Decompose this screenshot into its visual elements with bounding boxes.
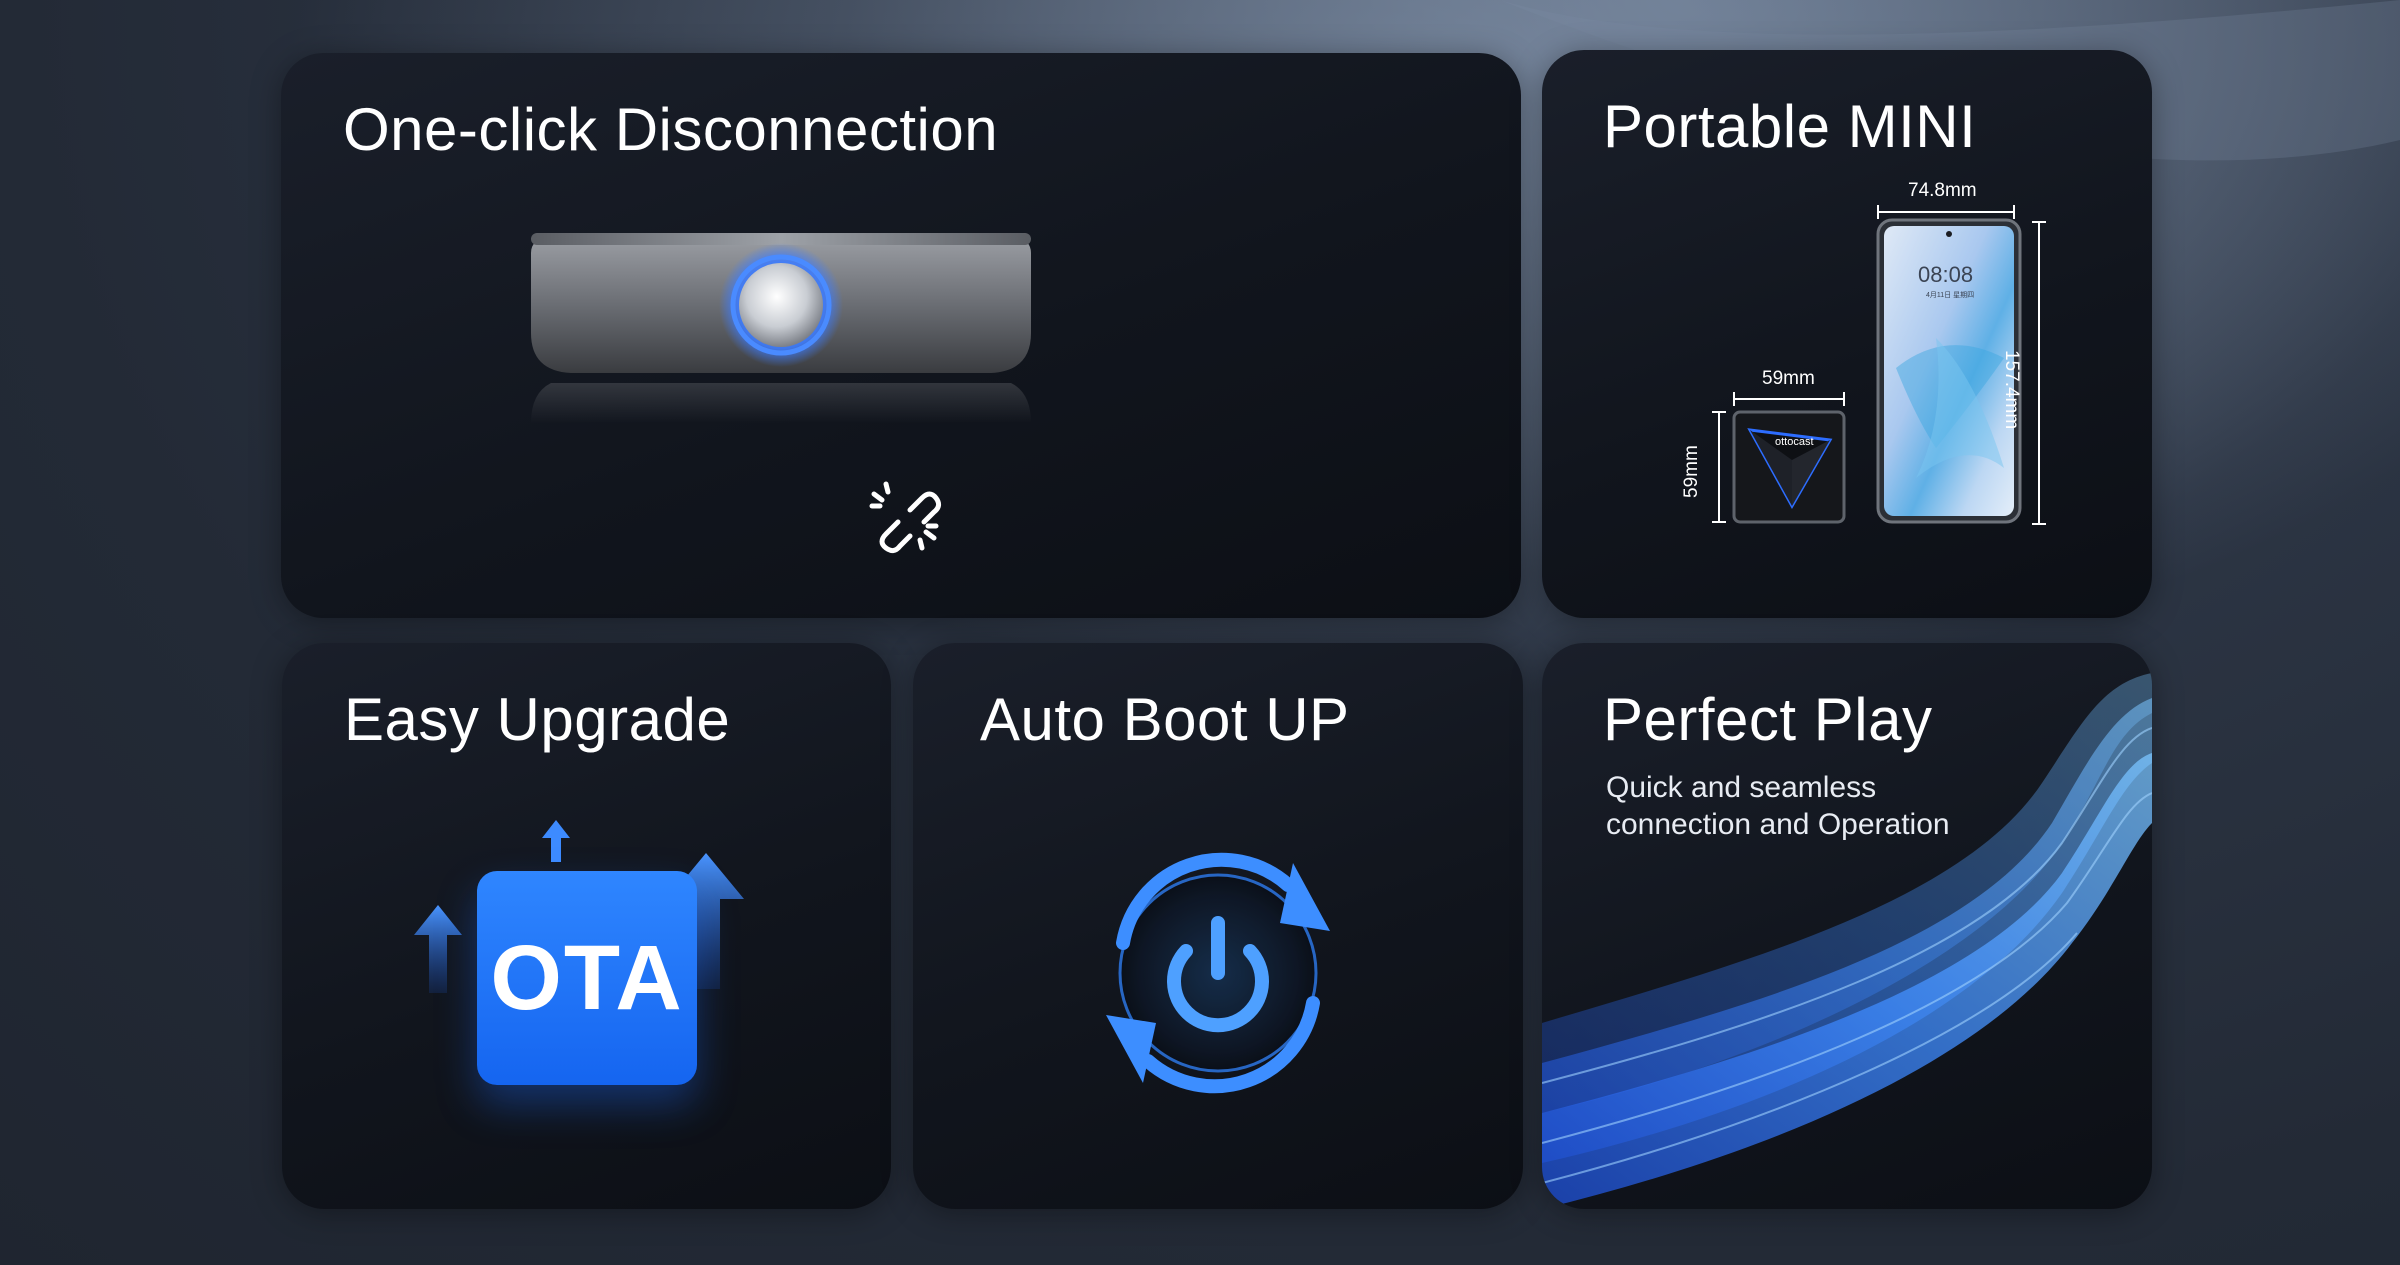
phone-height-label: 157.4mm [2001,350,2022,430]
box-height-label: 59mm [1681,445,1702,498]
phone-height-line [2032,221,2046,525]
power-icon [1106,852,1330,1094]
phone-width-line [1877,205,2015,219]
ota-badge: OTA [477,871,697,1085]
card-title: One-click Disconnection [343,96,999,163]
box-height-line [1712,411,1726,523]
box-width-line [1733,392,1845,406]
feature-card-perfect-play: Perfect Play Quick and seamless connecti… [1542,643,2152,1209]
feature-card-portable-mini: Portable MINI 74.8mm 08:08 4月11日 星期四 157… [1542,50,2152,618]
device-illustration [531,233,1031,423]
device-box-illustration [1732,410,1846,524]
up-arrow-small-icon [542,820,570,862]
subtitle-line-2: connection and Operation [1606,808,1950,841]
feature-card-auto-boot: Auto Boot UP [913,643,1523,1209]
card-title: Perfect Play [1603,686,1933,753]
brand-label: ottocast [1775,436,1814,448]
phone-date: 4月11日 星期四 [1926,292,1975,299]
phone-clock: 08:08 [1918,262,1974,287]
card-title: Portable MINI [1603,93,1977,160]
feature-card-disconnection: One-click Disconnection [281,53,1521,618]
up-arrow-left-icon [414,905,462,993]
subtitle-line-1: Quick and seamless [1606,771,1877,804]
card-title: Easy Upgrade [344,686,731,753]
ota-label: OTA [490,926,684,1029]
card-subtitle: Quick and seamless connection and Operat… [1606,769,1950,843]
box-width-label: 59mm [1762,368,1815,389]
phone-width-label: 74.8mm [1908,180,1977,201]
card-title: Auto Boot UP [980,686,1350,753]
feature-card-easy-upgrade: Easy Upgrade OTA [282,643,891,1209]
broken-link-icon [869,481,942,554]
